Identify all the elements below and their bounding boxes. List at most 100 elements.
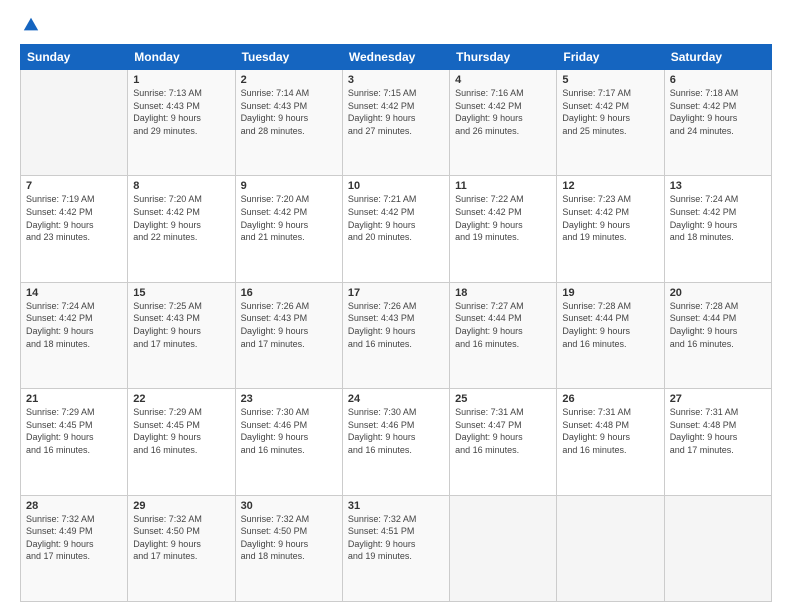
day-number: 20 [670, 287, 766, 299]
calendar-table: SundayMondayTuesdayWednesdayThursdayFrid… [20, 44, 772, 602]
calendar-day-cell: 4Sunrise: 7:16 AM Sunset: 4:42 PM Daylig… [450, 70, 557, 176]
day-number: 27 [670, 393, 766, 405]
calendar-day-header: Monday [128, 45, 235, 70]
calendar-day-cell: 9Sunrise: 7:20 AM Sunset: 4:42 PM Daylig… [235, 176, 342, 282]
day-number: 8 [133, 180, 229, 192]
day-number: 15 [133, 287, 229, 299]
day-number: 9 [241, 180, 337, 192]
day-info: Sunrise: 7:32 AM Sunset: 4:51 PM Dayligh… [348, 513, 444, 563]
day-number: 13 [670, 180, 766, 192]
day-number: 18 [455, 287, 551, 299]
calendar-day-cell: 31Sunrise: 7:32 AM Sunset: 4:51 PM Dayli… [342, 495, 449, 601]
day-info: Sunrise: 7:28 AM Sunset: 4:44 PM Dayligh… [670, 300, 766, 350]
day-number: 28 [26, 500, 122, 512]
day-info: Sunrise: 7:15 AM Sunset: 4:42 PM Dayligh… [348, 87, 444, 137]
day-info: Sunrise: 7:32 AM Sunset: 4:49 PM Dayligh… [26, 513, 122, 563]
day-info: Sunrise: 7:27 AM Sunset: 4:44 PM Dayligh… [455, 300, 551, 350]
calendar-day-cell: 15Sunrise: 7:25 AM Sunset: 4:43 PM Dayli… [128, 282, 235, 388]
day-info: Sunrise: 7:20 AM Sunset: 4:42 PM Dayligh… [133, 193, 229, 243]
day-info: Sunrise: 7:30 AM Sunset: 4:46 PM Dayligh… [348, 406, 444, 456]
day-info: Sunrise: 7:22 AM Sunset: 4:42 PM Dayligh… [455, 193, 551, 243]
calendar-day-cell: 30Sunrise: 7:32 AM Sunset: 4:50 PM Dayli… [235, 495, 342, 601]
day-info: Sunrise: 7:29 AM Sunset: 4:45 PM Dayligh… [133, 406, 229, 456]
day-number: 16 [241, 287, 337, 299]
calendar-day-cell: 1Sunrise: 7:13 AM Sunset: 4:43 PM Daylig… [128, 70, 235, 176]
calendar-day-cell: 17Sunrise: 7:26 AM Sunset: 4:43 PM Dayli… [342, 282, 449, 388]
calendar-day-cell: 25Sunrise: 7:31 AM Sunset: 4:47 PM Dayli… [450, 389, 557, 495]
day-number: 30 [241, 500, 337, 512]
calendar-day-cell: 16Sunrise: 7:26 AM Sunset: 4:43 PM Dayli… [235, 282, 342, 388]
calendar-day-header: Thursday [450, 45, 557, 70]
day-info: Sunrise: 7:31 AM Sunset: 4:48 PM Dayligh… [562, 406, 658, 456]
calendar-week-row: 1Sunrise: 7:13 AM Sunset: 4:43 PM Daylig… [21, 70, 772, 176]
page: SundayMondayTuesdayWednesdayThursdayFrid… [0, 0, 792, 612]
day-info: Sunrise: 7:30 AM Sunset: 4:46 PM Dayligh… [241, 406, 337, 456]
day-info: Sunrise: 7:13 AM Sunset: 4:43 PM Dayligh… [133, 87, 229, 137]
day-number: 22 [133, 393, 229, 405]
calendar-day-cell: 24Sunrise: 7:30 AM Sunset: 4:46 PM Dayli… [342, 389, 449, 495]
calendar-day-cell: 18Sunrise: 7:27 AM Sunset: 4:44 PM Dayli… [450, 282, 557, 388]
day-number: 3 [348, 74, 444, 86]
day-info: Sunrise: 7:16 AM Sunset: 4:42 PM Dayligh… [455, 87, 551, 137]
calendar-week-row: 7Sunrise: 7:19 AM Sunset: 4:42 PM Daylig… [21, 176, 772, 282]
calendar-day-cell [557, 495, 664, 601]
calendar-day-cell: 14Sunrise: 7:24 AM Sunset: 4:42 PM Dayli… [21, 282, 128, 388]
day-number: 6 [670, 74, 766, 86]
calendar-day-cell [664, 495, 771, 601]
calendar-day-cell: 23Sunrise: 7:30 AM Sunset: 4:46 PM Dayli… [235, 389, 342, 495]
calendar-day-cell: 5Sunrise: 7:17 AM Sunset: 4:42 PM Daylig… [557, 70, 664, 176]
day-number: 14 [26, 287, 122, 299]
calendar-day-cell: 21Sunrise: 7:29 AM Sunset: 4:45 PM Dayli… [21, 389, 128, 495]
day-number: 26 [562, 393, 658, 405]
calendar-day-cell: 7Sunrise: 7:19 AM Sunset: 4:42 PM Daylig… [21, 176, 128, 282]
calendar-day-cell [21, 70, 128, 176]
day-info: Sunrise: 7:23 AM Sunset: 4:42 PM Dayligh… [562, 193, 658, 243]
calendar-day-header: Wednesday [342, 45, 449, 70]
calendar-week-row: 21 Sunrise: 7:29 AM Sunset: 4:45 PM Dayli… [21, 389, 772, 495]
calendar-day-cell [450, 495, 557, 601]
day-info: Sunrise: 7:32 AM Sunset: 4:50 PM Dayligh… [241, 513, 337, 563]
day-number: 29 [133, 500, 229, 512]
day-number: 17 [348, 287, 444, 299]
day-info: Sunrise: 7:28 AM Sunset: 4:44 PM Dayligh… [562, 300, 658, 350]
calendar-day-cell: 10Sunrise: 7:21 AM Sunset: 4:42 PM Dayli… [342, 176, 449, 282]
day-number: 12 [562, 180, 658, 192]
day-info: Sunrise: 7:14 AM Sunset: 4:43 PM Dayligh… [241, 87, 337, 137]
calendar-header-row: SundayMondayTuesdayWednesdayThursdayFrid… [21, 45, 772, 70]
day-info: Sunrise: 7:26 AM Sunset: 4:43 PM Dayligh… [348, 300, 444, 350]
day-number: 24 [348, 393, 444, 405]
calendar-day-cell: 29Sunrise: 7:32 AM Sunset: 4:50 PM Dayli… [128, 495, 235, 601]
logo [20, 20, 40, 34]
calendar-day-cell: 26Sunrise: 7:31 AM Sunset: 4:48 PM Dayli… [557, 389, 664, 495]
calendar-week-row: 28Sunrise: 7:32 AM Sunset: 4:49 PM Dayli… [21, 495, 772, 601]
day-info: Sunrise: 7:25 AM Sunset: 4:43 PM Dayligh… [133, 300, 229, 350]
calendar-day-header: Friday [557, 45, 664, 70]
calendar-day-cell: 8Sunrise: 7:20 AM Sunset: 4:42 PM Daylig… [128, 176, 235, 282]
day-info: Sunrise: 7:21 AM Sunset: 4:42 PM Dayligh… [348, 193, 444, 243]
header [20, 16, 772, 34]
calendar-day-header: Saturday [664, 45, 771, 70]
day-info: Sunrise: 7:24 AM Sunset: 4:42 PM Dayligh… [670, 193, 766, 243]
day-info: Sunrise: 7:20 AM Sunset: 4:42 PM Dayligh… [241, 193, 337, 243]
day-number: 2 [241, 74, 337, 86]
day-info: Sunrise: 7:19 AM Sunset: 4:42 PM Dayligh… [26, 193, 122, 243]
day-number: 25 [455, 393, 551, 405]
calendar-week-row: 14Sunrise: 7:24 AM Sunset: 4:42 PM Dayli… [21, 282, 772, 388]
day-number: 4 [455, 74, 551, 86]
calendar-day-cell: 19Sunrise: 7:28 AM Sunset: 4:44 PM Dayli… [557, 282, 664, 388]
day-number: 11 [455, 180, 551, 192]
day-number: 21 [26, 393, 122, 405]
calendar-day-cell: 6Sunrise: 7:18 AM Sunset: 4:42 PM Daylig… [664, 70, 771, 176]
day-info: Sunrise: 7:32 AM Sunset: 4:50 PM Dayligh… [133, 513, 229, 563]
calendar-day-cell: 3Sunrise: 7:15 AM Sunset: 4:42 PM Daylig… [342, 70, 449, 176]
calendar-day-cell: 13Sunrise: 7:24 AM Sunset: 4:42 PM Dayli… [664, 176, 771, 282]
day-info: Sunrise: 7:31 AM Sunset: 4:47 PM Dayligh… [455, 406, 551, 456]
day-info: Sunrise: 7:31 AM Sunset: 4:48 PM Dayligh… [670, 406, 766, 456]
day-number: 10 [348, 180, 444, 192]
calendar-day-header: Tuesday [235, 45, 342, 70]
day-info: Sunrise: 7:18 AM Sunset: 4:42 PM Dayligh… [670, 87, 766, 137]
day-info: Sunrise: 7:26 AM Sunset: 4:43 PM Dayligh… [241, 300, 337, 350]
day-number: 1 [133, 74, 229, 86]
calendar-day-cell: 22Sunrise: 7:29 AM Sunset: 4:45 PM Dayli… [128, 389, 235, 495]
day-number: 7 [26, 180, 122, 192]
